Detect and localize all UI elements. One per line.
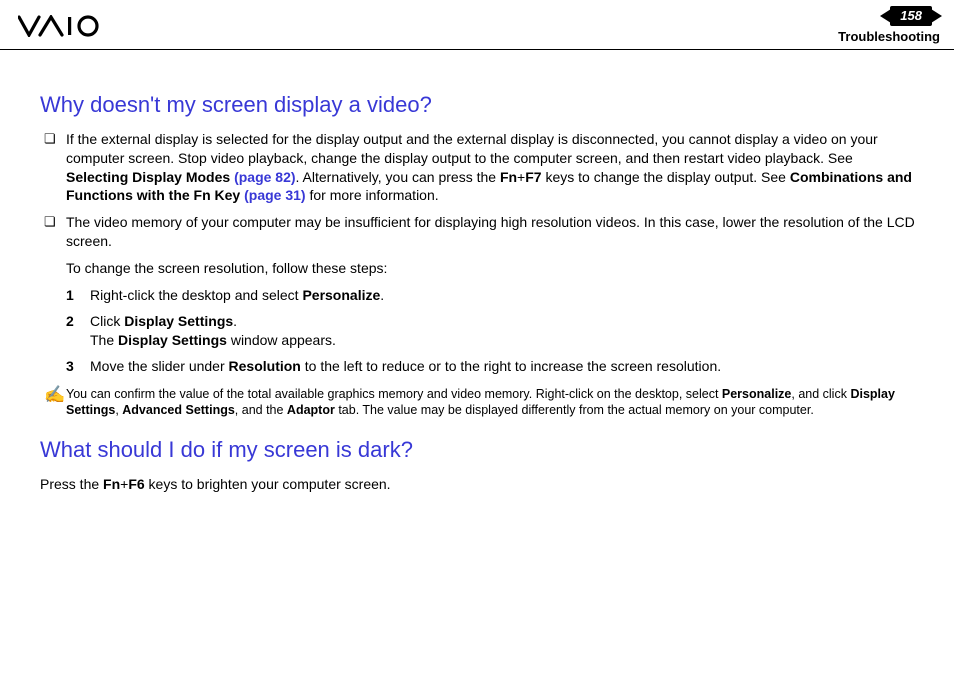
text: for more information.	[306, 187, 439, 203]
step-item: 2 Click Display Settings. The Display Se…	[40, 312, 918, 350]
bold-text: Display Settings	[118, 332, 227, 348]
text: tab. The value may be displayed differen…	[335, 403, 814, 417]
text: +	[517, 169, 525, 185]
page-number-badge: 158	[890, 6, 932, 26]
bold-text: Fn	[500, 169, 517, 185]
page-header: 158 Troubleshooting	[0, 0, 954, 50]
steps-intro: To change the screen resolution, follow …	[40, 259, 918, 278]
page-link[interactable]: (page 82)	[234, 169, 295, 185]
text: Click	[90, 313, 124, 329]
square-bullet-icon: ❏	[44, 130, 66, 206]
text: .	[233, 313, 237, 329]
bold-text: Fn	[103, 476, 120, 492]
step-text: Right-click the desktop and select Perso…	[90, 286, 918, 305]
page-navigator: 158	[880, 6, 942, 26]
heading-dark-screen: What should I do if my screen is dark?	[40, 435, 918, 465]
step-text: Click Display Settings. The Display Sett…	[90, 312, 918, 350]
heading-video: Why doesn't my screen display a video?	[40, 90, 918, 120]
text: You can confirm the value of the total a…	[66, 387, 722, 401]
text: to the left to reduce or to the right to…	[301, 358, 721, 374]
text: , and the	[235, 403, 287, 417]
text: window appears.	[227, 332, 336, 348]
note-text: You can confirm the value of the total a…	[66, 386, 918, 420]
text: If the external display is selected for …	[66, 131, 878, 166]
note-block: ✍ You can confirm the value of the total…	[40, 386, 918, 420]
note-pencil-icon: ✍	[44, 386, 66, 420]
bold-text: Adaptor	[287, 403, 335, 417]
page-content: Why doesn't my screen display a video? ❏…	[0, 50, 954, 494]
step-number: 2	[66, 312, 90, 350]
step-number: 1	[66, 286, 90, 305]
bullet-text: If the external display is selected for …	[66, 130, 918, 206]
bold-text: Personalize	[722, 387, 791, 401]
step-text: Move the slider under Resolution to the …	[90, 357, 918, 376]
text: The	[90, 332, 118, 348]
text: . Alternatively, you can press the	[296, 169, 500, 185]
paragraph: Press the Fn+F6 keys to brighten your co…	[40, 475, 918, 494]
vaio-logo	[18, 15, 114, 37]
text: keys to change the display output. See	[542, 169, 790, 185]
text: Right-click the desktop and select	[90, 287, 302, 303]
bold-text: Advanced Settings	[122, 403, 235, 417]
bold-text: Personalize	[302, 287, 380, 303]
next-page-arrow-icon[interactable]	[931, 9, 942, 23]
step-item: 1 Right-click the desktop and select Per…	[40, 286, 918, 305]
text: , and click	[791, 387, 850, 401]
bullet-item: ❏ The video memory of your computer may …	[40, 213, 918, 251]
bold-text: Resolution	[229, 358, 301, 374]
text: keys to brighten your computer screen.	[145, 476, 391, 492]
bold-text: F7	[525, 169, 541, 185]
square-bullet-icon: ❏	[44, 213, 66, 251]
page-link[interactable]: (page 31)	[244, 187, 305, 203]
step-item: 3 Move the slider under Resolution to th…	[40, 357, 918, 376]
bullet-item: ❏ If the external display is selected fo…	[40, 130, 918, 206]
text: Press the	[40, 476, 103, 492]
bold-text: Display Settings	[124, 313, 233, 329]
bold-text: F6	[128, 476, 144, 492]
bullet-text: The video memory of your computer may be…	[66, 213, 918, 251]
text: .	[380, 287, 384, 303]
text: Move the slider under	[90, 358, 229, 374]
step-number: 3	[66, 357, 90, 376]
bold-text: Selecting Display Modes	[66, 169, 234, 185]
section-label: Troubleshooting	[838, 28, 942, 46]
